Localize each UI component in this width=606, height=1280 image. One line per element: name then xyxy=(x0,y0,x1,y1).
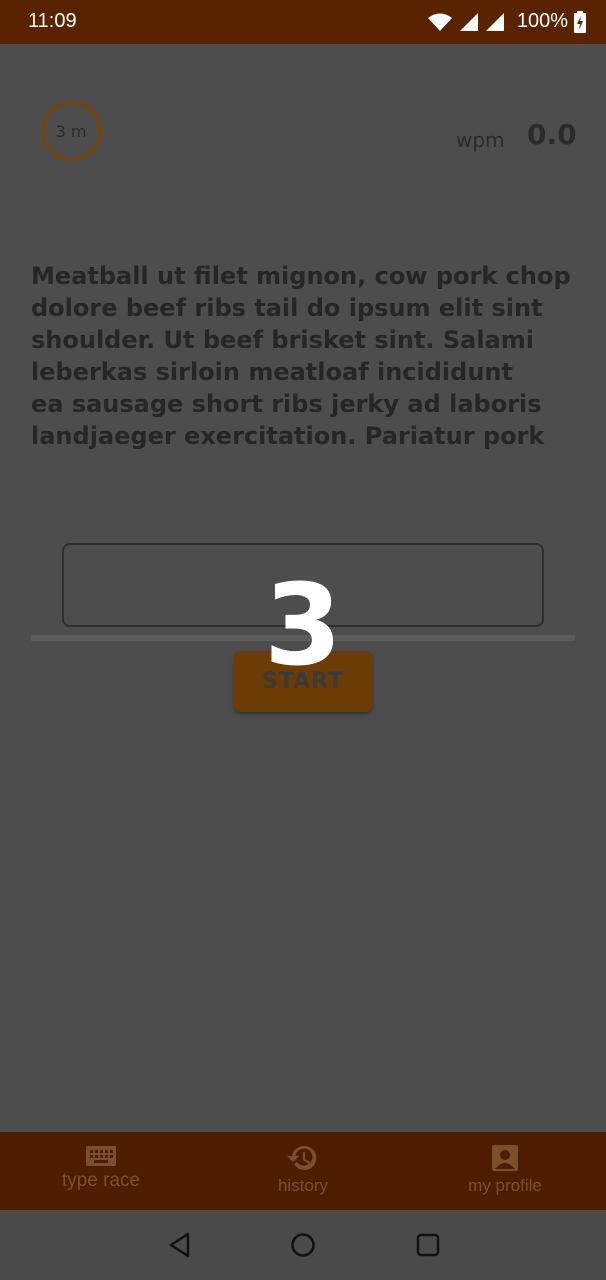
passage-line: dolore beef ribs tail do ipsum elit sint xyxy=(31,294,543,322)
recents-icon[interactable] xyxy=(416,1232,440,1258)
status-bar: 11:09 100% xyxy=(0,0,606,44)
keyboard-icon xyxy=(86,1146,116,1166)
cell-signal-icon xyxy=(459,12,478,31)
passage-line: shoulder. Ut beef brisket sint. Salami xyxy=(31,326,534,354)
nav-label-history: history xyxy=(277,1176,329,1195)
countdown-number: 3 xyxy=(264,561,342,691)
wpm-value: 0.0 xyxy=(527,118,577,151)
passage-line: leberkas sirloin meatloaf incididunt xyxy=(31,358,513,386)
nav-label-my-profile: my profile xyxy=(468,1176,542,1195)
nav-my-profile[interactable]: my profile xyxy=(404,1132,606,1210)
back-icon[interactable] xyxy=(168,1232,192,1258)
bottom-nav: type race history my profile xyxy=(0,1132,606,1210)
battery-percent: 100% xyxy=(516,10,568,32)
timer-indicator: 3 m xyxy=(41,101,101,161)
battery-charging-icon xyxy=(574,10,586,33)
history-icon xyxy=(287,1145,317,1170)
cell-signal-icon-2 xyxy=(485,12,504,31)
passage-line: ea sausage short ribs jerky ad laboris xyxy=(31,390,542,418)
status-time: 11:09 xyxy=(28,10,77,32)
account-box-icon xyxy=(492,1145,518,1171)
nav-type-race[interactable]: type race xyxy=(0,1132,202,1210)
race-passage-text: Meatball ut filet mignon, cow pork chop … xyxy=(31,260,571,452)
system-nav-bar xyxy=(0,1210,606,1280)
passage-line: landjaeger exercitation. Pariatur pork xyxy=(31,422,545,450)
timer-label: 3 m xyxy=(55,121,87,141)
status-icons: 100% xyxy=(427,10,586,33)
wpm-label: wpm xyxy=(456,128,505,152)
nav-label-type-race: type race xyxy=(61,1170,141,1191)
passage-line: Meatball ut filet mignon, cow pork chop xyxy=(31,262,571,290)
nav-history[interactable]: history xyxy=(202,1132,404,1210)
wifi-icon xyxy=(427,13,452,31)
home-icon[interactable] xyxy=(290,1232,316,1258)
